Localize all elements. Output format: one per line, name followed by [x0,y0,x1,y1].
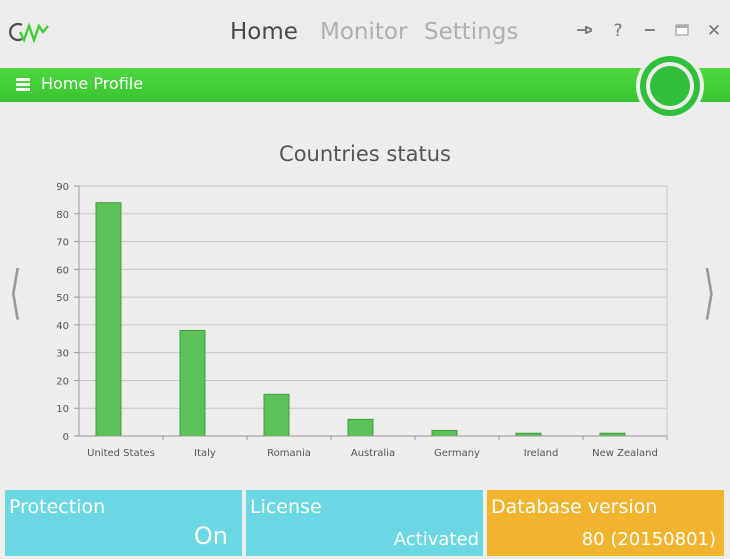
tab-monitor[interactable]: Monitor [320,16,407,48]
menu-icon[interactable] [16,78,30,91]
bar-italy [179,329,206,437]
x-tick-label: United States [87,448,155,459]
y-tick-label: 20 [56,376,69,387]
y-tick-label: 40 [56,321,69,332]
help-icon[interactable]: ? [607,20,629,42]
license-tile[interactable]: License Activated [246,490,483,556]
protection-value: On [193,522,228,550]
x-tick-label: New Zealand [592,448,658,459]
chart-title: Countries status [279,142,451,166]
minimize-icon[interactable] [639,20,661,42]
protection-status-icon[interactable] [636,52,704,120]
y-tick-label: 80 [56,210,69,221]
x-tick-label: Romania [267,448,311,459]
next-arrow-icon[interactable]: ⟩ [703,262,715,322]
protection-tile[interactable]: Protection On [5,490,242,556]
profile-bar: Home Profile [0,68,730,102]
previous-arrow-icon[interactable]: ⟨ [9,262,21,322]
x-tick-label: Germany [434,448,480,459]
x-tick-label: Ireland [524,448,559,459]
database-label: Database version [491,496,658,518]
database-value: 80 (20150801) [581,529,716,550]
bar-romania [263,393,290,437]
close-icon[interactable]: ✕ [703,20,725,42]
plot-area [78,185,668,437]
x-tick-label: Italy [194,448,216,459]
protection-label: Protection [9,496,106,518]
profile-name[interactable]: Home Profile [41,74,143,93]
bar-united-states [95,202,122,437]
tab-home[interactable]: Home [230,16,298,48]
database-tile[interactable]: Database version 80 (20150801) [487,490,724,556]
y-tick-label: 50 [56,293,69,304]
license-value: Activated [393,529,479,550]
app-logo-icon [9,22,49,44]
tab-settings[interactable]: Settings [424,16,518,48]
bar-germany [431,429,458,437]
countries-bar-chart: 0 10 20 30 40 50 60 70 80 90 United States Italy Rom… [56,182,668,459]
y-tick-label: 0 [63,432,69,443]
y-tick-label: 60 [56,265,69,276]
pin-icon[interactable] [574,20,596,42]
y-tick-label: 70 [56,238,69,249]
x-tick-label: Australia [351,448,395,459]
y-tick-label: 90 [56,182,69,193]
y-tick-label: 30 [56,349,69,360]
maximize-icon[interactable] [671,20,693,42]
title-bar: Home Monitor Settings ? ✕ [0,0,730,68]
bar-australia [347,418,374,437]
license-label: License [250,496,322,518]
y-tick-label: 10 [56,404,69,415]
